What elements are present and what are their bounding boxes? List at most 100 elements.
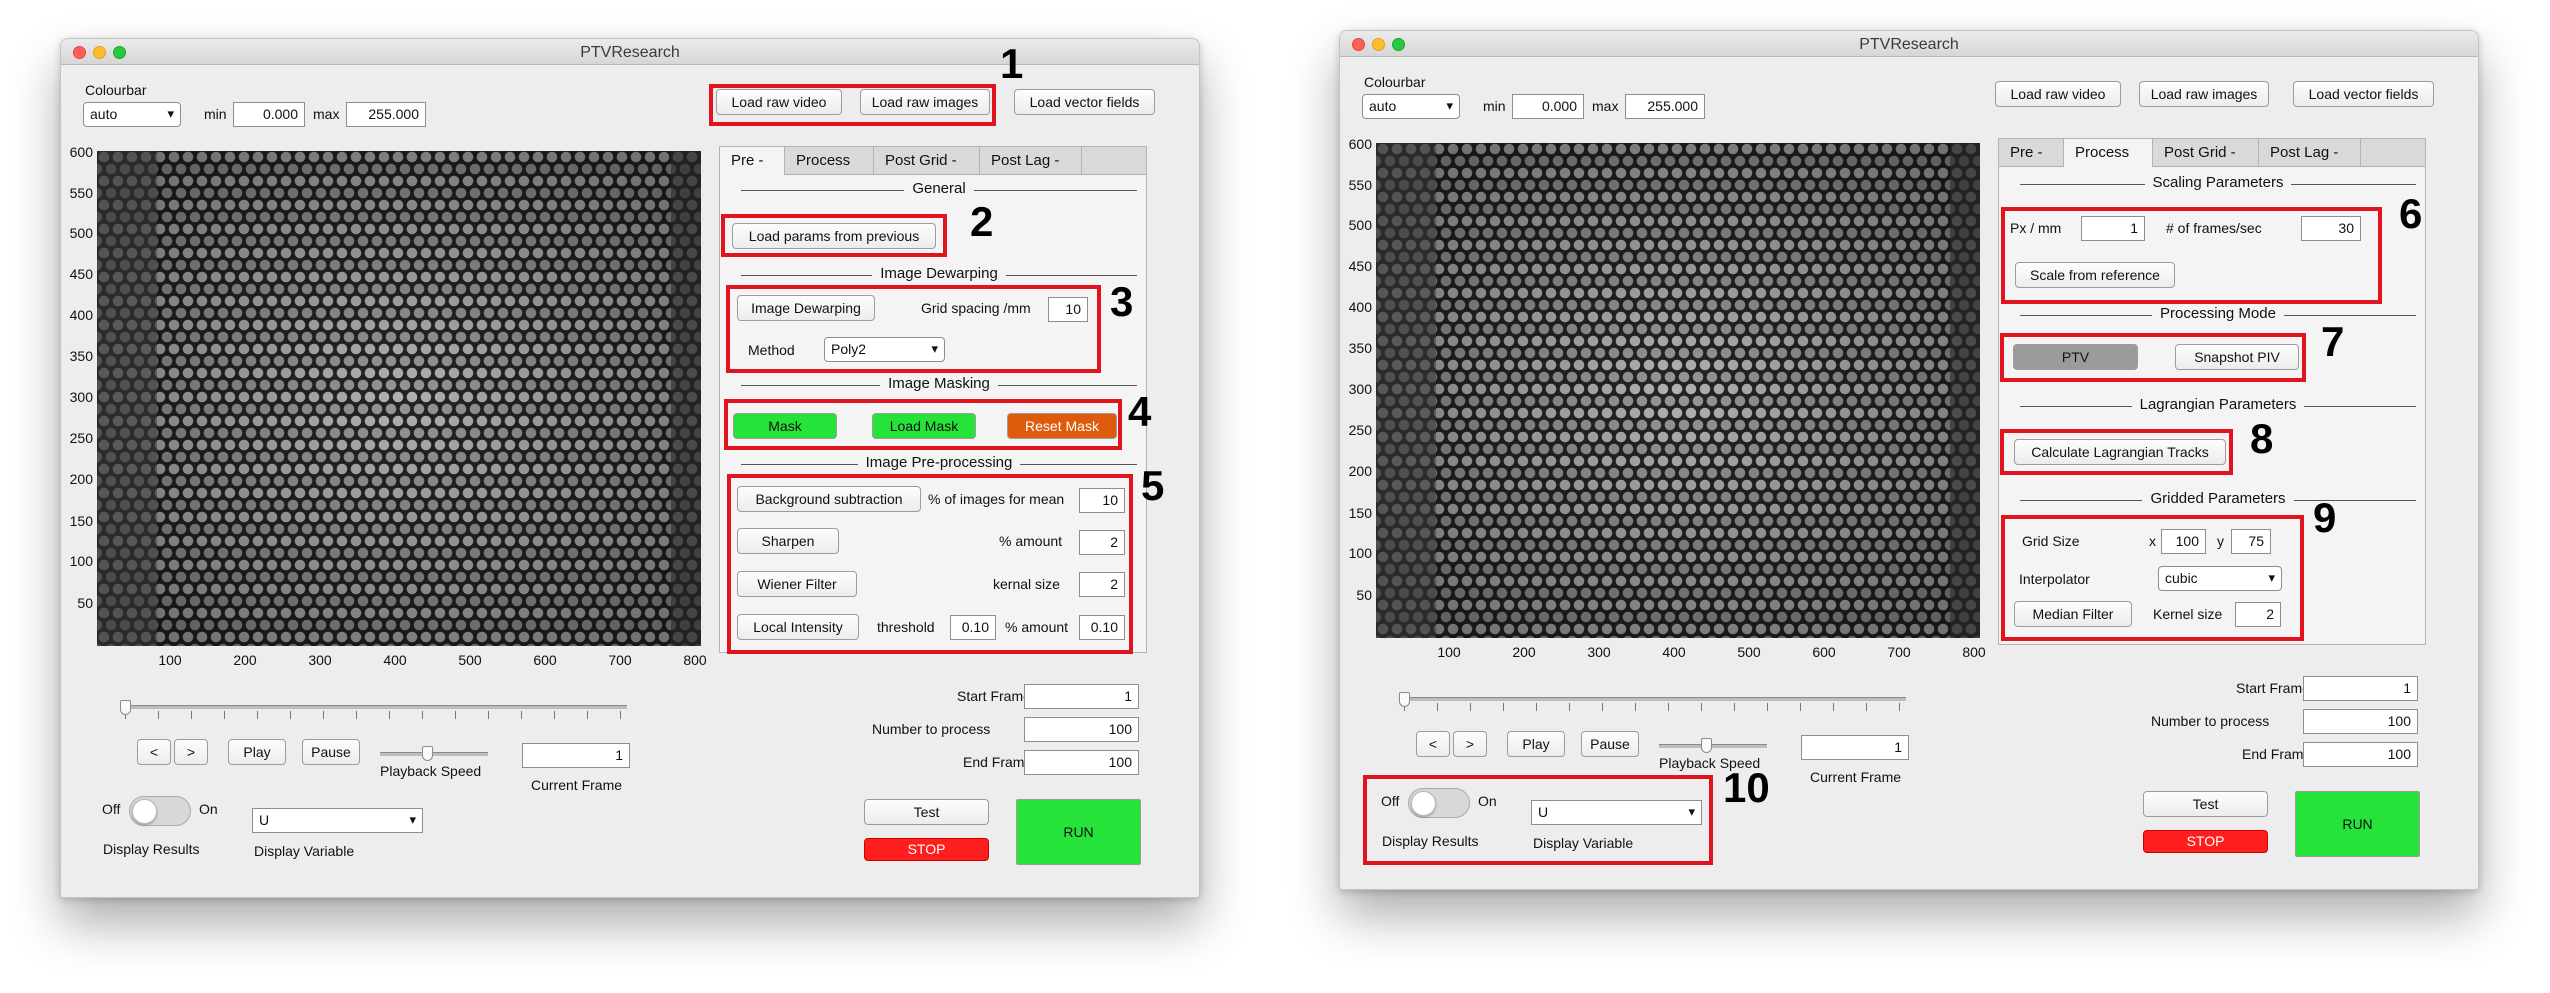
x-tick: 700	[1887, 644, 1911, 660]
run-button[interactable]: RUN	[2295, 791, 2420, 857]
tab-pre[interactable]: Pre -	[720, 147, 785, 176]
colourbar-label: Colourbar	[85, 82, 147, 98]
section-gridded: Gridded Parameters	[2020, 490, 2416, 508]
y-tick: 550	[69, 185, 93, 201]
load-raw-images-button[interactable]: Load raw images	[2139, 81, 2269, 107]
section-processing-mode: Processing Mode	[2020, 305, 2416, 323]
tab-bar: Pre - Process Post Grid - Post Lag -	[1998, 138, 2426, 168]
x-tick: 200	[1512, 644, 1536, 660]
speed-slider-track[interactable]	[1659, 744, 1767, 748]
start-frame-field[interactable]: 1	[1024, 684, 1139, 709]
play-button[interactable]: Play	[1507, 731, 1565, 757]
callout-2: 2	[970, 198, 994, 245]
next-frame-button[interactable]: >	[1453, 731, 1487, 757]
y-tick: 300	[69, 389, 93, 405]
toggle-knob	[132, 799, 157, 824]
play-button[interactable]: Play	[228, 739, 286, 765]
tab-post-grid[interactable]: Post Grid -	[874, 147, 980, 175]
display-variable-label: Display Variable	[254, 843, 355, 859]
colourbar-max-field[interactable]: 255.000	[346, 102, 426, 127]
load-raw-video-button[interactable]: Load raw video	[1995, 81, 2121, 107]
colourbar-min-field[interactable]: 0.000	[233, 102, 305, 127]
test-button[interactable]: Test	[2143, 791, 2268, 817]
y-tick: 600	[1348, 136, 1372, 152]
number-to-process-field[interactable]: 100	[2303, 709, 2418, 734]
callout-10: 10	[1723, 764, 1770, 811]
current-frame-field[interactable]: 1	[522, 743, 630, 768]
y-tick: 450	[1348, 258, 1372, 274]
display-results-label: Display Results	[103, 841, 200, 857]
colourbar-max-field[interactable]: 255.000	[1625, 94, 1705, 119]
tab-process[interactable]: Process	[785, 147, 874, 175]
tab-process[interactable]: Process	[2064, 139, 2153, 168]
y-tick: 200	[1348, 463, 1372, 479]
colourbar-label: Colourbar	[1364, 74, 1426, 90]
highlight-box-9	[2001, 515, 2304, 641]
particle-image	[1376, 143, 1980, 638]
number-to-process-field[interactable]: 100	[1024, 717, 1139, 742]
stop-button[interactable]: STOP	[2143, 830, 2268, 853]
prev-frame-button[interactable]: <	[137, 739, 171, 765]
y-tick: 250	[69, 430, 93, 446]
load-vector-fields-button[interactable]: Load vector fields	[2293, 81, 2434, 107]
app-window-left: PTVResearch Colourbar auto ▾ min 0.000 ma…	[60, 38, 1200, 898]
callout-1: 1	[1000, 40, 1024, 87]
window-title: PTVResearch	[580, 44, 680, 61]
display-variable-select[interactable]: U ▾	[252, 808, 423, 833]
window-title: PTVResearch	[1859, 36, 1959, 53]
y-tick: 150	[1348, 505, 1372, 521]
start-frame-field[interactable]: 1	[2303, 676, 2418, 701]
particle-image	[97, 151, 701, 646]
current-frame-field[interactable]: 1	[1801, 735, 1909, 760]
particle-image-plot[interactable]	[1376, 143, 1980, 638]
y-tick: 400	[1348, 299, 1372, 315]
speed-slider-thumb[interactable]	[1701, 738, 1712, 753]
colourbar-select[interactable]: auto ▾	[83, 102, 181, 127]
end-frame-label: End Frame	[2242, 746, 2312, 762]
tab-pre[interactable]: Pre -	[1999, 139, 2064, 167]
frame-slider-ticks	[125, 711, 627, 719]
y-tick: 500	[69, 225, 93, 241]
tab-post-grid[interactable]: Post Grid -	[2153, 139, 2259, 167]
highlight-box-4	[724, 399, 1122, 450]
next-frame-button[interactable]: >	[174, 739, 208, 765]
frame-slider-track[interactable]	[125, 705, 627, 709]
start-frame-label: Start Frame	[2236, 680, 2310, 696]
load-vector-fields-button[interactable]: Load vector fields	[1014, 89, 1155, 115]
end-frame-field[interactable]: 100	[1024, 750, 1139, 775]
particle-image-plot[interactable]	[97, 151, 701, 646]
start-frame-label: Start Frame	[957, 688, 1031, 704]
prev-frame-button[interactable]: <	[1416, 731, 1450, 757]
callout-8: 8	[2250, 415, 2274, 462]
pause-button[interactable]: Pause	[1581, 731, 1639, 757]
x-tick: 100	[1437, 644, 1461, 660]
tab-post-lag[interactable]: Post Lag -	[980, 147, 1082, 175]
run-button[interactable]: RUN	[1016, 799, 1141, 865]
end-frame-field[interactable]: 100	[2303, 742, 2418, 767]
frame-slider-track[interactable]	[1404, 697, 1906, 701]
min-label: min	[204, 106, 227, 122]
y-tick: 450	[69, 266, 93, 282]
y-tick: 50	[1356, 587, 1372, 603]
frame-slider-thumb[interactable]	[1399, 692, 1410, 707]
x-tick: 600	[533, 652, 557, 668]
display-results-toggle[interactable]	[129, 796, 191, 826]
playback-speed-label: Playback Speed	[380, 763, 482, 779]
speed-slider-track[interactable]	[380, 752, 488, 756]
colourbar-select[interactable]: auto ▾	[1362, 94, 1460, 119]
speed-slider-thumb[interactable]	[422, 746, 433, 761]
x-tick: 300	[308, 652, 332, 668]
test-button[interactable]: Test	[864, 799, 989, 825]
pause-button[interactable]: Pause	[302, 739, 360, 765]
colourbar-min-field[interactable]: 0.000	[1512, 94, 1584, 119]
tab-post-lag[interactable]: Post Lag -	[2259, 139, 2361, 167]
highlight-box-5	[727, 474, 1133, 654]
stop-button[interactable]: STOP	[864, 838, 989, 861]
y-tick: 100	[1348, 545, 1372, 561]
frame-slider-thumb[interactable]	[120, 700, 131, 715]
toggle-on-label: On	[199, 801, 218, 817]
section-lagrangian: Lagrangian Parameters	[2020, 396, 2416, 414]
title-bar: PTVResearch	[1340, 31, 2478, 57]
highlight-box-6	[2001, 207, 2382, 304]
number-to-process-label: Number to process	[872, 721, 991, 737]
